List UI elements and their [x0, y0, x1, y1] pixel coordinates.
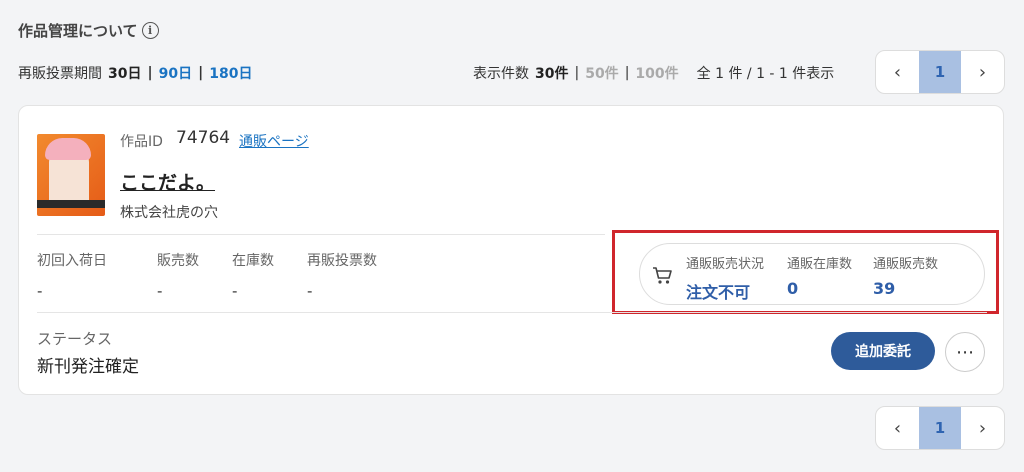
per-page-30[interactable]: 30件	[535, 63, 568, 83]
shop-status-value: 注文不可	[686, 283, 751, 302]
resale-period-30[interactable]: 30日	[108, 63, 141, 83]
page-1-button[interactable]: 1	[919, 407, 961, 449]
divider	[37, 312, 987, 313]
stat-sales: 販売数 -	[157, 250, 199, 300]
stat-value: -	[232, 282, 238, 300]
resale-period-90[interactable]: 90日	[159, 63, 192, 83]
work-id: 74764	[176, 128, 231, 148]
page-heading: 作品管理について i	[18, 20, 159, 41]
shop-status-panel: 通販販売状況 注文不可 通販在庫数 0 通販販売数 39	[639, 243, 985, 305]
separator: |	[624, 65, 630, 81]
work-thumbnail[interactable]	[37, 134, 105, 216]
status-label: ステータス	[37, 330, 113, 348]
prev-page-button[interactable]: ‹	[876, 51, 919, 93]
per-page-label: 表示件数	[473, 66, 529, 82]
status-value: 新刊発注確定	[37, 357, 139, 377]
divider	[37, 234, 605, 235]
separator: |	[198, 65, 204, 81]
page-1-button[interactable]: 1	[919, 51, 961, 93]
shop-stock-value: 0	[787, 279, 799, 298]
cart-icon	[653, 267, 672, 284]
work-card: 作品ID 74764 通販ページ ここだよ。 株式会社虎の穴 初回入荷日 - 販…	[18, 105, 1004, 395]
stat-value: -	[37, 282, 43, 300]
publisher: 株式会社虎の穴	[120, 205, 218, 221]
result-range: 全 1 件 / 1 - 1 件表示	[696, 66, 835, 82]
per-page-filter: 表示件数 30件 | 50件 | 100件 全 1 件 / 1 - 1 件表示	[473, 63, 834, 83]
stat-first-arrival: 初回入荷日 -	[37, 250, 107, 300]
stat-resale-votes: 再販投票数 -	[307, 250, 377, 300]
resale-period-label: 再販投票期間	[18, 66, 102, 82]
shop-sold: 通販販売数 39	[873, 253, 938, 298]
per-page-50[interactable]: 50件	[585, 63, 618, 83]
shop-status-label: 通販販売状況	[686, 257, 765, 272]
pagination-top: ‹ 1 ›	[875, 50, 1005, 94]
resale-period-180[interactable]: 180日	[209, 63, 252, 83]
shop-stock: 通販在庫数 0	[787, 253, 852, 298]
next-page-button[interactable]: ›	[961, 407, 1004, 449]
stat-stock: 在庫数 -	[232, 250, 274, 300]
stat-label: 販売数	[157, 253, 199, 269]
page-title: 作品管理について	[18, 22, 138, 40]
stat-label: 再販投票数	[307, 253, 377, 269]
stat-value: -	[307, 282, 313, 300]
info-icon[interactable]: i	[141, 22, 159, 39]
separator: |	[147, 65, 153, 81]
prev-page-button[interactable]: ‹	[876, 407, 919, 449]
per-page-100[interactable]: 100件	[635, 63, 678, 83]
thumbnail-hair	[45, 138, 91, 160]
shop-status: 通販販売状況 注文不可	[686, 253, 764, 303]
stat-label: 在庫数	[232, 253, 274, 269]
pagination-bottom: ‹ 1 ›	[875, 406, 1005, 450]
add-consignment-button[interactable]: 追加委託	[831, 332, 935, 370]
next-page-button[interactable]: ›	[961, 51, 1004, 93]
stat-label: 初回入荷日	[37, 253, 107, 269]
resale-period-filter: 再販投票期間 30日 | 90日 | 180日	[18, 63, 252, 83]
shop-sold-label: 通販販売数	[873, 257, 939, 272]
separator: |	[574, 65, 580, 81]
shop-stock-label: 通販在庫数	[787, 257, 853, 272]
work-title[interactable]: ここだよ。	[120, 168, 215, 195]
work-id-label: 作品ID	[120, 134, 163, 150]
shop-page-link[interactable]: 通販ページ	[239, 131, 309, 151]
shop-sold-value: 39	[873, 279, 896, 298]
stat-value: -	[157, 282, 163, 300]
more-options-button[interactable]: ⋯	[945, 332, 985, 372]
thumbnail-stripe	[37, 200, 105, 208]
